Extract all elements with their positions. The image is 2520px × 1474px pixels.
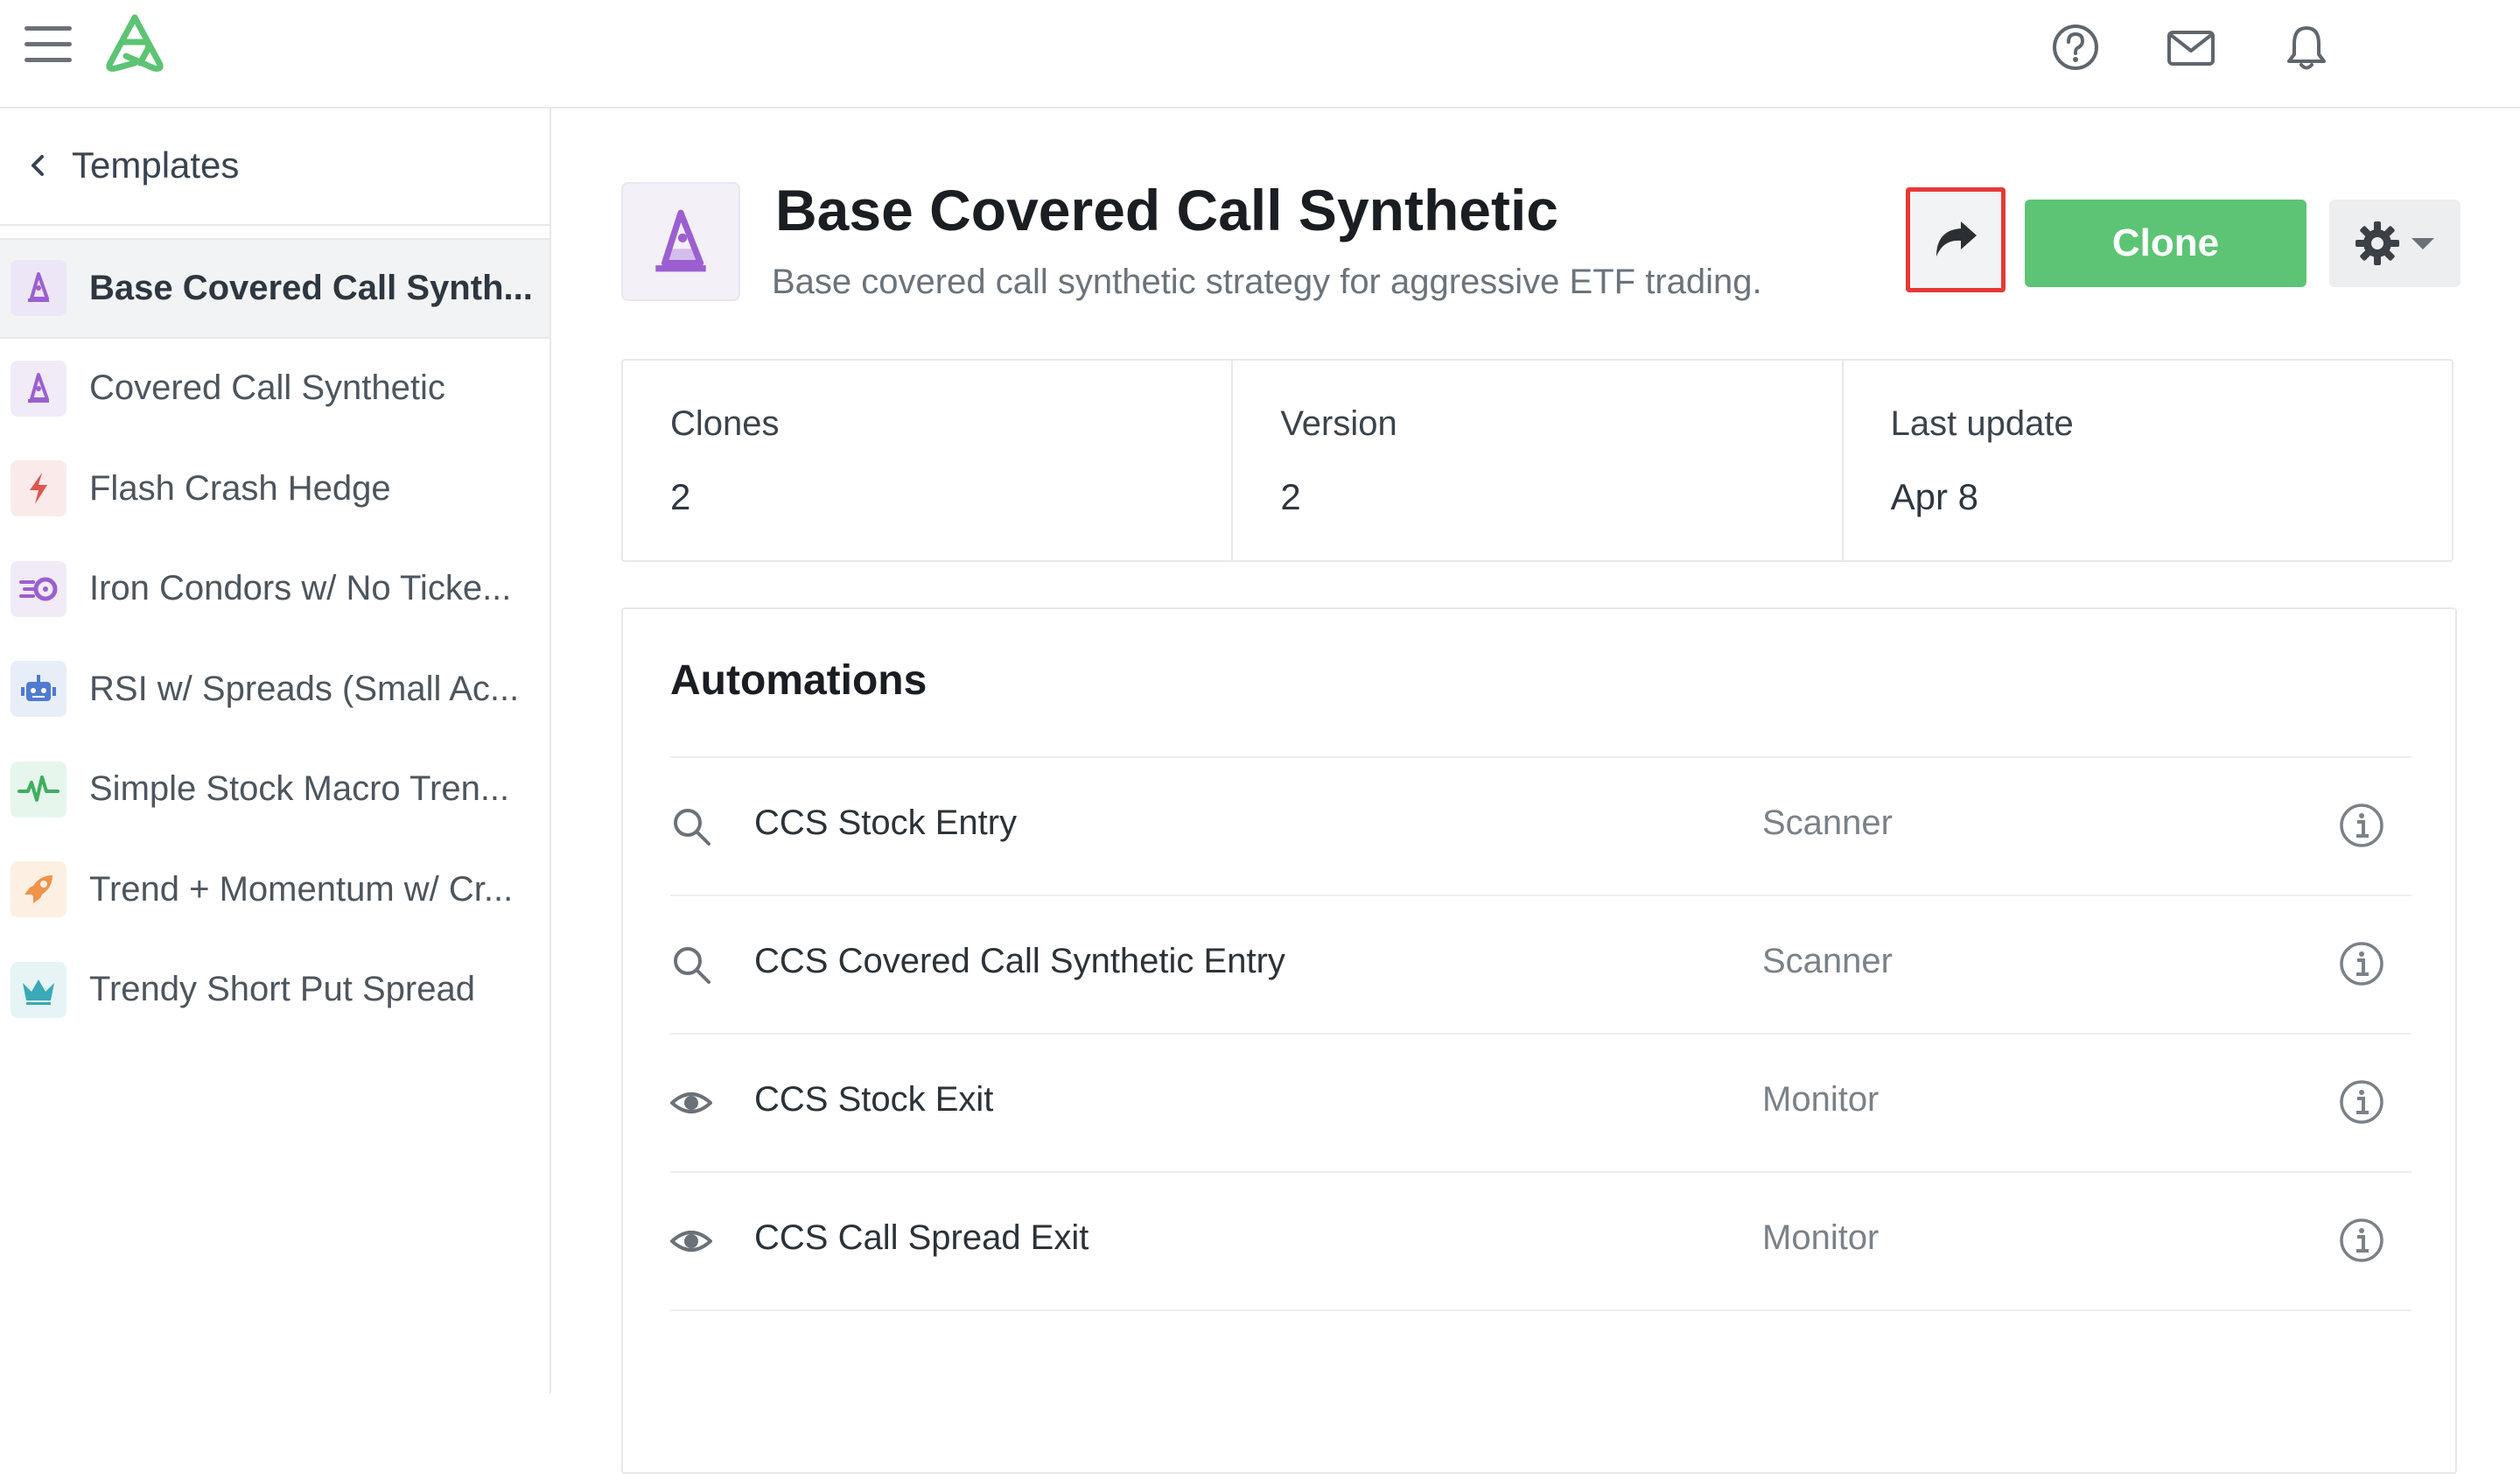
page-subtitle: Base covered call synthetic strategy for… [772,263,1762,301]
sidebar-item-label: Iron Condors w/ No Ticke... [89,569,512,608]
chevron-left-icon [32,155,44,176]
sidebar-item-rsi-spreads[interactable]: RSI w/ Spreads (Small Ac... [0,639,550,740]
sidebar-divider [0,224,550,226]
heartbeat-icon [10,761,66,818]
eye-icon [670,1231,712,1252]
caret-down-icon [2412,238,2434,249]
automation-name: CCS Stock Exit [754,1080,994,1119]
automation-name: CCS Covered Call Synthetic Entry [754,942,1285,980]
eye-icon [670,1092,712,1113]
page-title: Base Covered Call Synthetic [775,178,1558,242]
lightning-icon [10,460,66,517]
automation-type: Monitor [1762,1218,1880,1257]
info-icon[interactable] [2338,1078,2385,1126]
sidebar-item-trend-momentum[interactable]: Trend + Momentum w/ Cr... [0,839,550,940]
info-icon[interactable] [2338,940,2385,987]
crown-icon [10,961,66,1018]
automation-name: CCS Stock Entry [754,804,1018,842]
main-content: Base Covered Call Synthetic Base covered… [553,109,2520,1474]
stat-label: Last update [1890,404,2074,443]
stat-value: 2 [670,476,691,517]
sidebar-item-flash-crash-hedge[interactable]: Flash Crash Hedge [0,439,550,539]
stat-value: Apr 8 [1890,476,1979,517]
sidebar-item-label: Covered Call Synthetic [89,368,445,408]
stat-clones: Clones 2 [623,361,1234,560]
sidebar-item-covered-call-synthetic[interactable]: Covered Call Synthetic [0,339,550,439]
info-icon[interactable] [2338,802,2385,849]
automations-card: Automations CCS Stock Entry Scanner CCS … [621,607,2457,1474]
stat-label: Clones [670,404,780,443]
template-stats: Clones 2 Version 2 Last update Apr 8 [621,359,2454,562]
hurricane-icon [10,560,66,617]
automation-type: Scanner [1762,804,1893,842]
sidebar-item-label: Flash Crash Hedge [89,468,391,508]
stat-last-update: Last update Apr 8 [1844,361,2452,560]
automation-name: CCS Call Spread Exit [754,1218,1089,1257]
sidebar-item-trendy-short-put-spread[interactable]: Trendy Short Put Spread [0,940,550,1041]
automation-row[interactable]: CCS Stock Exit Monitor [670,1035,2412,1173]
search-icon [674,809,710,846]
automation-row[interactable]: CCS Call Spread Exit Monitor [670,1173,2412,1311]
automation-type: Scanner [1762,942,1893,980]
rocket-icon [10,861,66,918]
automation-row[interactable]: CCS Stock Entry Scanner [670,758,2412,896]
sidebar-item-label: RSI w/ Spreads (Small Ac... [89,669,520,708]
mail-icon[interactable] [2165,21,2217,74]
sidebar-item-label: Trend + Momentum w/ Cr... [89,869,514,909]
stat-value: 2 [1280,476,1301,517]
sidebar-item-label: Trendy Short Put Spread [89,970,475,1009]
automations-heading: Automations [670,657,928,704]
info-icon[interactable] [2338,1217,2385,1264]
sidebar-item-simple-stock-macro[interactable]: Simple Stock Macro Tren... [0,740,550,840]
share-arrow-icon [1936,221,1977,256]
sidebar: Templates Base Covered Call Synth... Cov… [0,109,551,1393]
stat-version: Version 2 [1233,361,1844,560]
gear-icon [2356,221,2399,265]
sidebar-item-label: Base Covered Call Synth... [89,268,533,307]
automations-list: CCS Stock Entry Scanner CCS Covered Call… [670,756,2412,1311]
share-button[interactable] [1906,187,2006,292]
settings-dropdown-button[interactable] [2329,200,2460,287]
menu-icon[interactable] [24,26,72,67]
logo-icon[interactable] [100,12,170,75]
back-link-label: Templates [72,144,240,186]
sidebar-item-label: Simple Stock Macro Tren... [89,769,510,809]
help-icon[interactable] [2049,21,2102,74]
wizard-hat-icon [10,360,66,417]
automation-type: Monitor [1762,1080,1880,1119]
clone-button[interactable]: Clone [2025,200,2306,287]
wizard-hat-icon [621,182,740,301]
robot-icon [10,661,66,718]
top-bar [0,0,2520,109]
sidebar-item-base-covered-call-synthetic[interactable]: Base Covered Call Synth... [0,238,550,339]
stat-label: Version [1280,404,1397,443]
back-to-templates-link[interactable]: Templates [26,135,239,196]
wizard-hat-icon [10,260,66,317]
bell-icon[interactable] [2280,21,2333,74]
automation-row[interactable]: CCS Covered Call Synthetic Entry Scanner [670,896,2412,1035]
search-icon [674,947,710,984]
template-list: Base Covered Call Synth... Covered Call … [0,238,550,1040]
sidebar-item-iron-condors[interactable]: Iron Condors w/ No Ticke... [0,539,550,640]
